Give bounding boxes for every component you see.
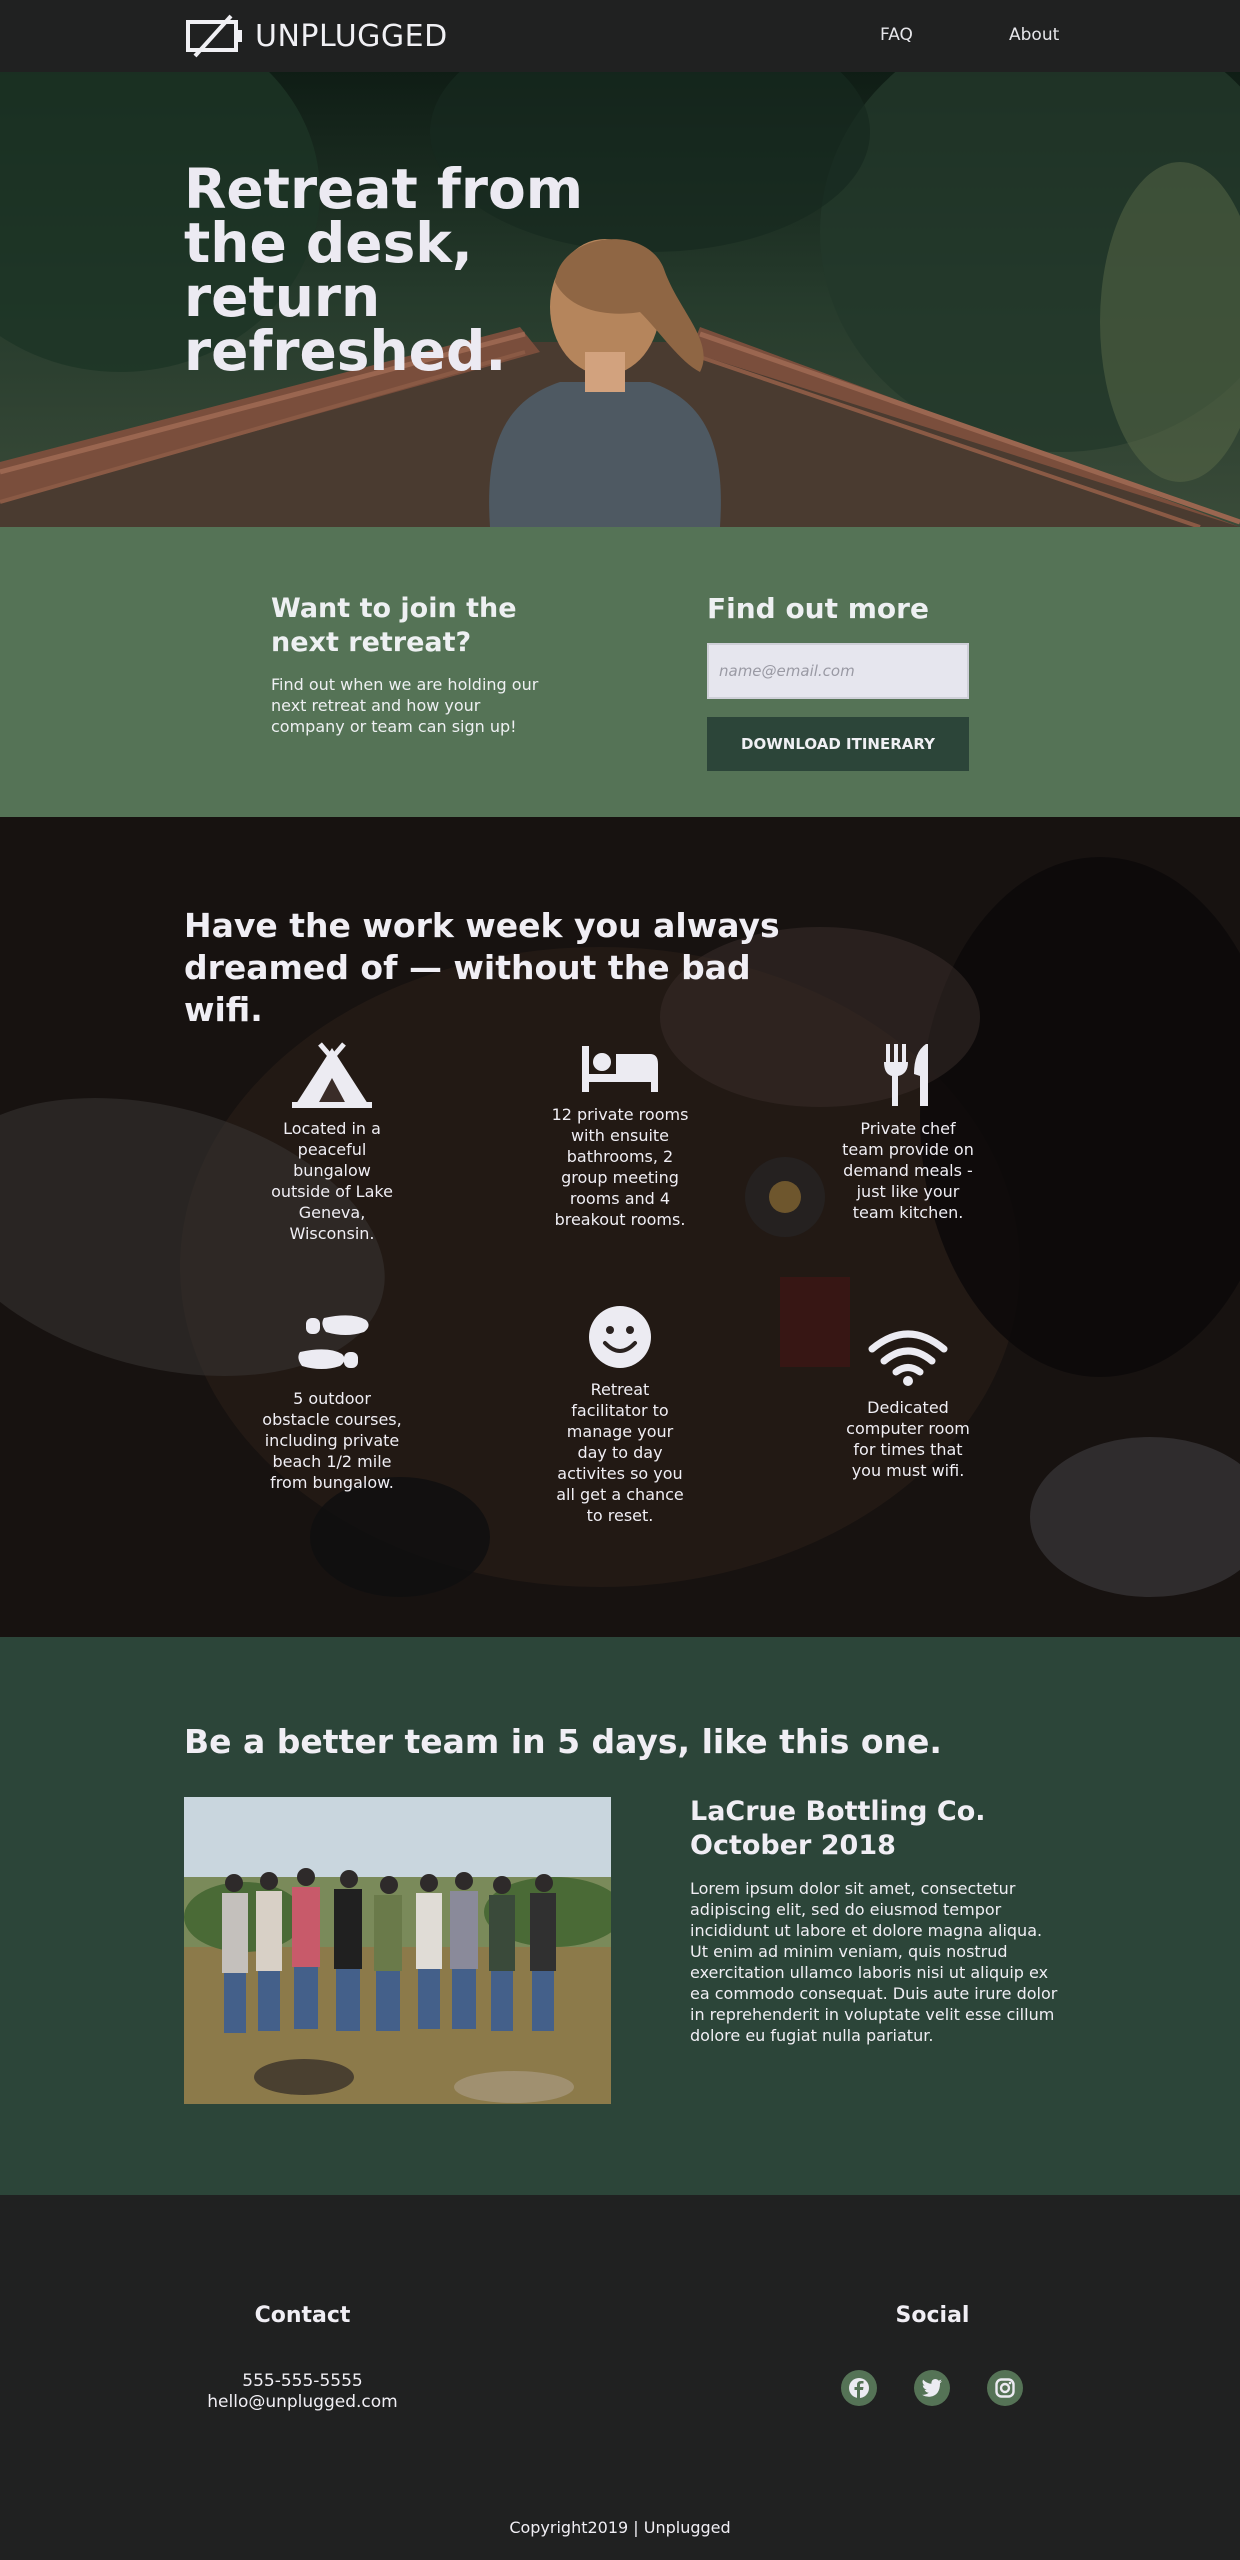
team-section: Be a better team in 5 days, like this on… [0,1637,1240,2195]
team-title: Be a better team in 5 days, like this on… [184,1722,942,1761]
feature-item: 12 private rooms with ensuite bathrooms,… [530,1042,710,1230]
top-navbar: UNPLUGGED FAQ About [0,0,1240,72]
nav-link-faq[interactable]: FAQ [880,25,913,45]
team-company-heading: LaCrue Bottling Co. October 2018 [690,1796,986,1861]
twitter-icon [922,2379,942,2397]
signup-heading: Want to join the next retreat? [271,593,517,658]
site-footer: Contact 555-555-5555 hello@unplugged.com… [0,2195,1240,2560]
twitter-link[interactable] [914,2370,950,2406]
brand-name: UNPLUGGED [255,18,448,54]
email-input[interactable] [707,643,969,699]
facebook-icon [849,2378,869,2398]
download-itinerary-button[interactable]: DOWNLOAD ITINERARY [707,717,969,771]
feature-item: Dedicated computer room for times that y… [818,1327,998,1481]
feature-text: Located in a peaceful bungalow outside o… [271,1119,393,1243]
nav-link-about[interactable]: About [1009,25,1059,45]
hero-banner: Retreat from the desk, return refreshed. [0,72,1240,527]
instagram-icon [995,2378,1015,2398]
utensils-icon [884,1044,928,1106]
feature-item: Private chef team provide on demand meal… [818,1042,998,1223]
brand-logo[interactable]: UNPLUGGED [185,14,448,58]
signup-description: Find out when we are holding our next re… [271,675,539,736]
feature-text: 12 private rooms with ensuite bathrooms,… [551,1105,689,1229]
team-description: Lorem ipsum dolor sit amet, consectetur … [690,1879,1058,2045]
feature-text: Retreat facilitator to manage your day t… [556,1380,684,1525]
smile-icon [589,1306,651,1368]
social-heading: Social [895,2303,970,2328]
contact-phone-link[interactable]: 555-555-5555 [200,2371,405,2391]
bed-icon [582,1046,658,1092]
copyright-text: Copyright2019 | Unplugged [509,2518,731,2537]
instagram-link[interactable] [987,2370,1023,2406]
feature-text: 5 outdoor obstacle courses, including pr… [262,1389,402,1492]
feature-item: Located in a peaceful bungalow outside o… [242,1042,422,1244]
contact-heading: Contact [254,2303,351,2328]
campground-icon [292,1042,372,1108]
facebook-link[interactable] [841,2370,877,2406]
battery-icon [186,14,242,58]
group-photo-image [184,1797,611,2104]
hero-title: Retreat from the desk, return refreshed. [184,157,584,383]
feature-text: Dedicated computer room for times that y… [846,1398,970,1480]
wifi-icon [868,1330,948,1386]
features-title: Have the work week you always dreamed of… [184,906,780,1029]
footprints-icon [298,1315,369,1369]
team-group-photo [184,1797,611,2104]
find-out-more-heading: Find out more [707,592,929,625]
features-section: Have the work week you always dreamed of… [0,817,1240,1637]
signup-section: Want to join the next retreat? Find out … [0,527,1240,817]
feature-item: 5 outdoor obstacle courses, including pr… [242,1312,422,1493]
contact-email-link[interactable]: hello@unplugged.com [200,2392,405,2412]
feature-text: Private chef team provide on demand meal… [842,1119,974,1222]
feature-item: Retreat facilitator to manage your day t… [530,1305,710,1526]
